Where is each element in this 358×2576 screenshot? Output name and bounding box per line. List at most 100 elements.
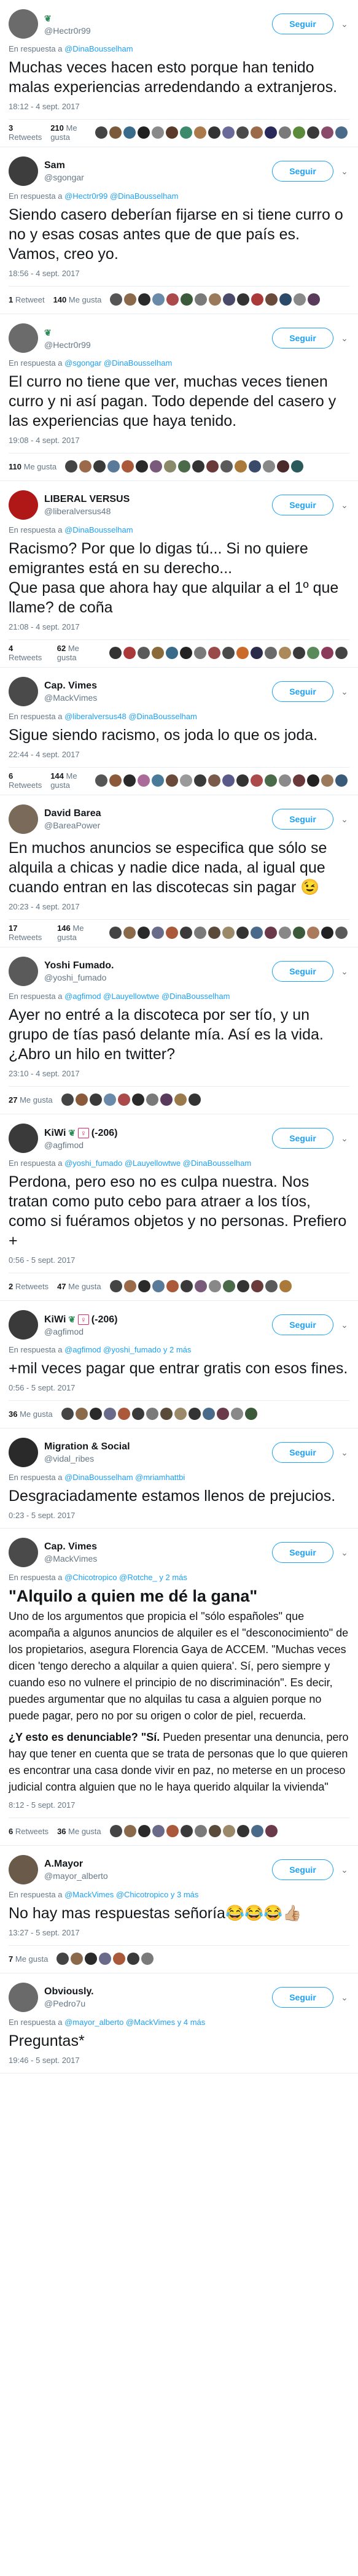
liker-avatar[interactable] <box>136 460 149 472</box>
liker-avatar[interactable] <box>195 293 208 306</box>
handle[interactable]: @BareaPower <box>44 820 272 831</box>
liker-avatar[interactable] <box>85 1953 98 1965</box>
liker-avatar[interactable] <box>236 1825 249 1837</box>
liker-avatar[interactable] <box>236 774 249 787</box>
liker-avatar[interactable] <box>265 126 277 139</box>
liker-avatar[interactable] <box>152 1280 165 1292</box>
liker-avatar[interactable] <box>220 460 233 472</box>
liker-avatar[interactable] <box>194 1825 207 1837</box>
liker-avatar[interactable] <box>123 1280 136 1292</box>
liker-avatar[interactable] <box>294 293 306 306</box>
liker-avatar[interactable] <box>109 1825 122 1837</box>
display-name[interactable]: Yoshi Fumado. <box>44 960 272 972</box>
follow-button[interactable]: Seguir <box>272 1314 333 1335</box>
retweet-count[interactable]: 17 Retweets <box>9 924 49 942</box>
author[interactable]: Cap. Vimes @MackVimes <box>44 1541 272 1564</box>
avatar[interactable] <box>9 1538 38 1567</box>
liker-avatar[interactable] <box>209 293 222 306</box>
liker-avatar[interactable] <box>279 927 291 939</box>
liker-avatar[interactable] <box>192 460 205 472</box>
liker-avatar[interactable] <box>335 126 348 139</box>
chevron-down-icon[interactable]: ⌄ <box>340 1548 349 1558</box>
liker-avatar[interactable] <box>124 293 137 306</box>
liker-avatar[interactable] <box>307 927 319 939</box>
liker-avatar[interactable] <box>166 293 179 306</box>
liker-avatar[interactable] <box>208 126 220 139</box>
liker-avatar[interactable] <box>146 1093 158 1106</box>
liker-avatar[interactable] <box>265 774 277 787</box>
liker-avatar[interactable] <box>56 1953 69 1965</box>
liker-avatar[interactable] <box>61 1408 74 1420</box>
liker-avatar[interactable] <box>208 774 220 787</box>
liker-avatar[interactable] <box>321 927 333 939</box>
liker-avatar[interactable] <box>208 927 220 939</box>
liker-avatar[interactable] <box>131 1093 144 1106</box>
liker-avatar[interactable] <box>181 293 193 306</box>
liker-avatar[interactable] <box>103 1408 116 1420</box>
liker-avatar[interactable] <box>152 647 164 659</box>
follow-button[interactable]: Seguir <box>272 809 333 830</box>
liker-avatar[interactable] <box>293 126 305 139</box>
display-name[interactable]: Sam <box>44 160 272 172</box>
liker-avatar[interactable] <box>95 126 107 139</box>
timestamp[interactable]: 0:23 - 5 sept. 2017 <box>9 1511 349 1521</box>
liker-avatar[interactable] <box>89 1093 102 1106</box>
retweet-count[interactable]: 4 Retweets <box>9 644 49 662</box>
liker-avatar[interactable] <box>107 460 120 472</box>
liker-avatar[interactable] <box>109 647 122 659</box>
liker-avatar[interactable] <box>138 774 150 787</box>
tweet[interactable]: Migration & Social @vidal_ribes Seguir ⌄ En … <box>0 1429 358 1529</box>
liker-avatar[interactable] <box>160 1093 173 1106</box>
like-count[interactable]: 110 Me gusta <box>9 462 56 471</box>
liker-avatar[interactable] <box>265 647 277 659</box>
liker-avatar[interactable] <box>127 1953 140 1965</box>
timestamp[interactable]: 13:27 - 5 sept. 2017 <box>9 1928 349 1938</box>
handle[interactable]: @MackVimes <box>44 1553 272 1564</box>
liker-avatar[interactable] <box>93 460 106 472</box>
chevron-down-icon[interactable]: ⌄ <box>340 1320 349 1330</box>
liker-avatar[interactable] <box>164 460 177 472</box>
timestamp[interactable]: 23:10 - 4 sept. 2017 <box>9 1069 349 1079</box>
liker-avatar[interactable] <box>277 460 290 472</box>
retweet-count[interactable]: 3 Retweets <box>9 123 42 142</box>
follow-button[interactable]: Seguir <box>272 1128 333 1149</box>
like-count[interactable]: 140 Me gusta <box>53 295 102 304</box>
liker-avatar[interactable] <box>152 1825 165 1837</box>
liker-avatar[interactable] <box>235 460 247 472</box>
liker-avatar[interactable] <box>251 126 263 139</box>
replying-to-link[interactable]: @mayor_alberto @MackVimes y 4 más <box>64 2018 205 2027</box>
avatar[interactable] <box>9 957 38 986</box>
tweet[interactable]: Cap. Vimes @MackVimes Seguir ⌄ En respuesta … <box>0 1529 358 1846</box>
retweet-count[interactable]: 6 Retweets <box>9 1827 49 1836</box>
author[interactable]: KiWi ❦ ♀ (-206) @agfimod <box>44 1127 272 1151</box>
liker-avatar[interactable] <box>293 647 305 659</box>
handle[interactable]: @agfimod <box>44 1326 272 1337</box>
handle[interactable]: @Pedro7u <box>44 1998 272 2009</box>
chevron-down-icon[interactable]: ⌄ <box>340 1992 349 2003</box>
like-count[interactable]: 146 Me gusta <box>57 924 101 942</box>
display-name[interactable]: David Barea <box>44 808 272 820</box>
retweet-count[interactable]: 1 Retweet <box>9 295 45 304</box>
author[interactable]: Yoshi Fumado. @yoshi_fumado <box>44 960 272 983</box>
author[interactable]: Migration & Social @vidal_ribes <box>44 1441 272 1464</box>
chevron-down-icon[interactable]: ⌄ <box>340 1133 349 1144</box>
liker-avatar[interactable] <box>138 1825 150 1837</box>
liker-avatar[interactable] <box>109 126 122 139</box>
liker-avatar[interactable] <box>138 927 150 939</box>
chevron-down-icon[interactable]: ⌄ <box>340 1448 349 1458</box>
retweet-count[interactable]: 2 Retweets <box>9 1282 49 1291</box>
liker-avatar[interactable] <box>279 774 291 787</box>
timestamp[interactable]: 8:12 - 5 sept. 2017 <box>9 1800 349 1810</box>
like-count[interactable]: 36 Me gusta <box>57 1827 101 1836</box>
chevron-down-icon[interactable]: ⌄ <box>340 687 349 697</box>
handle[interactable]: @liberalversus48 <box>44 506 272 517</box>
display-name[interactable]: LIBERAL VERSUS <box>44 493 272 506</box>
chevron-down-icon[interactable]: ⌄ <box>340 166 349 177</box>
liker-avatar[interactable] <box>109 774 122 787</box>
liker-avatar[interactable] <box>265 1825 278 1837</box>
liker-avatar[interactable] <box>194 927 206 939</box>
avatar[interactable] <box>9 156 38 186</box>
timestamp[interactable]: 18:56 - 4 sept. 2017 <box>9 269 349 279</box>
avatar[interactable] <box>9 1983 38 2012</box>
chevron-down-icon[interactable]: ⌄ <box>340 500 349 511</box>
